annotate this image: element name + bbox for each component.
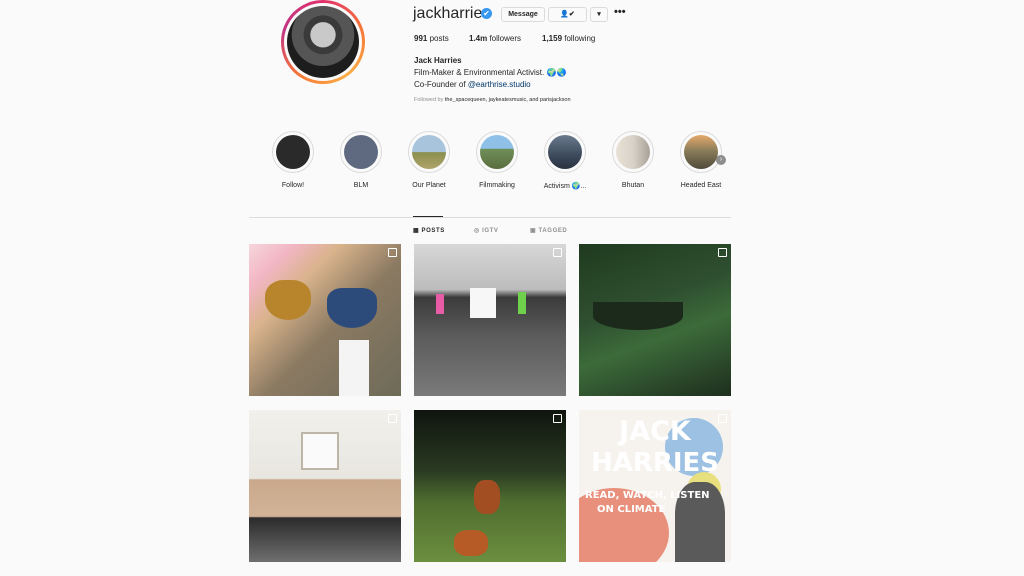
highlight-bhutan[interactable]: Bhutan [598,131,668,189]
verified-badge-icon: ✔ [481,8,492,19]
highlight-label: Our Planet [412,182,446,189]
multiple-posts-icon [388,248,397,257]
bio-cofounder-line: Co-Founder of @earthrise.studio [414,80,531,89]
post-thumbnail[interactable] [249,410,401,562]
active-tab-indicator [413,216,443,217]
followed-by-line[interactable]: Followed by the_spacequeen, jaykeatesmus… [414,97,571,103]
post-thumbnail[interactable]: JACK HARRIES READ, WATCH, LISTEN ON CLIM… [579,410,731,562]
highlight-cover [344,135,378,169]
highlight-follow[interactable]: Follow! [258,131,328,189]
more-options-icon[interactable]: ••• [614,6,626,18]
tabs-divider [249,217,731,218]
highlight-label: Headed East [680,182,722,189]
tab-tagged[interactable]: ▣ TAGGED [530,227,567,234]
grid-icon: ▦ [413,228,422,234]
highlight-cover [548,135,582,169]
post-thumbnail[interactable] [249,244,401,396]
highlight-filmmaking[interactable]: Filmmaking [462,131,532,189]
face-mask-shape [327,288,377,328]
posts-count-value: 991 [414,34,428,43]
highlight-activism[interactable]: Activism 🌍... [530,131,600,190]
igtv-icon: ◎ [474,228,483,234]
tagged-icon: ▣ [530,228,539,234]
followers-link[interactable]: 1.4m followers [469,34,521,43]
highlight-cover [412,135,446,169]
chevron-right-icon[interactable]: › [716,155,726,165]
following-button[interactable]: 👤✔ [548,7,587,22]
tab-posts-label: POSTS [421,228,445,234]
highlight-our-planet[interactable]: Our Planet [394,131,464,189]
highlight-blm[interactable]: BLM [326,131,396,189]
bio-prefix: Co-Founder of [414,80,468,89]
profile-avatar-ring[interactable] [281,0,365,84]
following-count-label: following [562,34,596,43]
multiple-posts-icon [553,248,562,257]
hammock-shape [593,302,683,330]
following-count-value: 1,159 [542,34,563,43]
following-link[interactable]: 1,159 following [542,34,595,43]
post-thumbnail[interactable] [579,244,731,396]
highlight-label: BLM [353,182,369,189]
post-title-line: JACK [619,416,691,447]
highlight-cover [684,135,718,169]
leaflet-shape [518,292,526,314]
highlight-label: Filmmaking [479,182,515,189]
highlight-cover [480,135,514,169]
followers-count-value: 1.4m [469,34,488,43]
tab-tagged-label: TAGGED [538,228,568,234]
posts-count: 991 posts [414,34,449,43]
highlight-label: Follow! [281,182,305,189]
post-title-line: HARRIES [590,448,720,478]
profile-full-name: Jack Harries [414,56,462,65]
tab-igtv-label: IGTV [482,228,499,234]
highlight-label: Activism 🌍... [543,183,587,190]
bio-line: Film-Maker & Environmental Activist. 🌍🌏 [414,68,567,77]
highlight-cover [616,135,650,169]
highlight-cover [276,135,310,169]
profile-username: jackharries [413,5,491,22]
post-subtitle-line: ON CLIMATE [597,504,666,515]
tab-igtv[interactable]: ◎ IGTV [474,227,499,234]
highlight-label: Bhutan [621,182,645,189]
multiple-posts-icon [553,414,562,423]
followed-by-names: the_spacequeen, jaykeatesmusic, and pari… [444,97,571,103]
followed-by-prefix: Followed by [414,97,445,103]
face-mask-shape [265,280,311,320]
orangutan-shape [454,530,488,556]
post-subtitle-line: READ, WATCH, LISTEN [585,490,710,501]
multiple-posts-icon [718,414,727,423]
post-thumbnail[interactable] [414,410,566,562]
post-thumbnail[interactable] [414,244,566,396]
framed-picture-shape [301,432,339,470]
avatar [287,6,359,78]
message-button[interactable]: Message [501,7,545,22]
suggested-dropdown-button[interactable]: ▾ [590,7,608,22]
multiple-posts-icon [718,248,727,257]
orangutan-shape [474,480,500,514]
tab-posts[interactable]: ▦ POSTS [413,227,445,234]
certificate-shape [470,288,496,318]
shirt-shape [339,340,369,396]
followers-count-label: followers [487,34,522,43]
video-icon [388,414,397,423]
bio-mention-link[interactable]: @earthrise.studio [468,80,531,89]
leaflet-shape [436,294,444,314]
posts-count-label: posts [427,34,449,43]
